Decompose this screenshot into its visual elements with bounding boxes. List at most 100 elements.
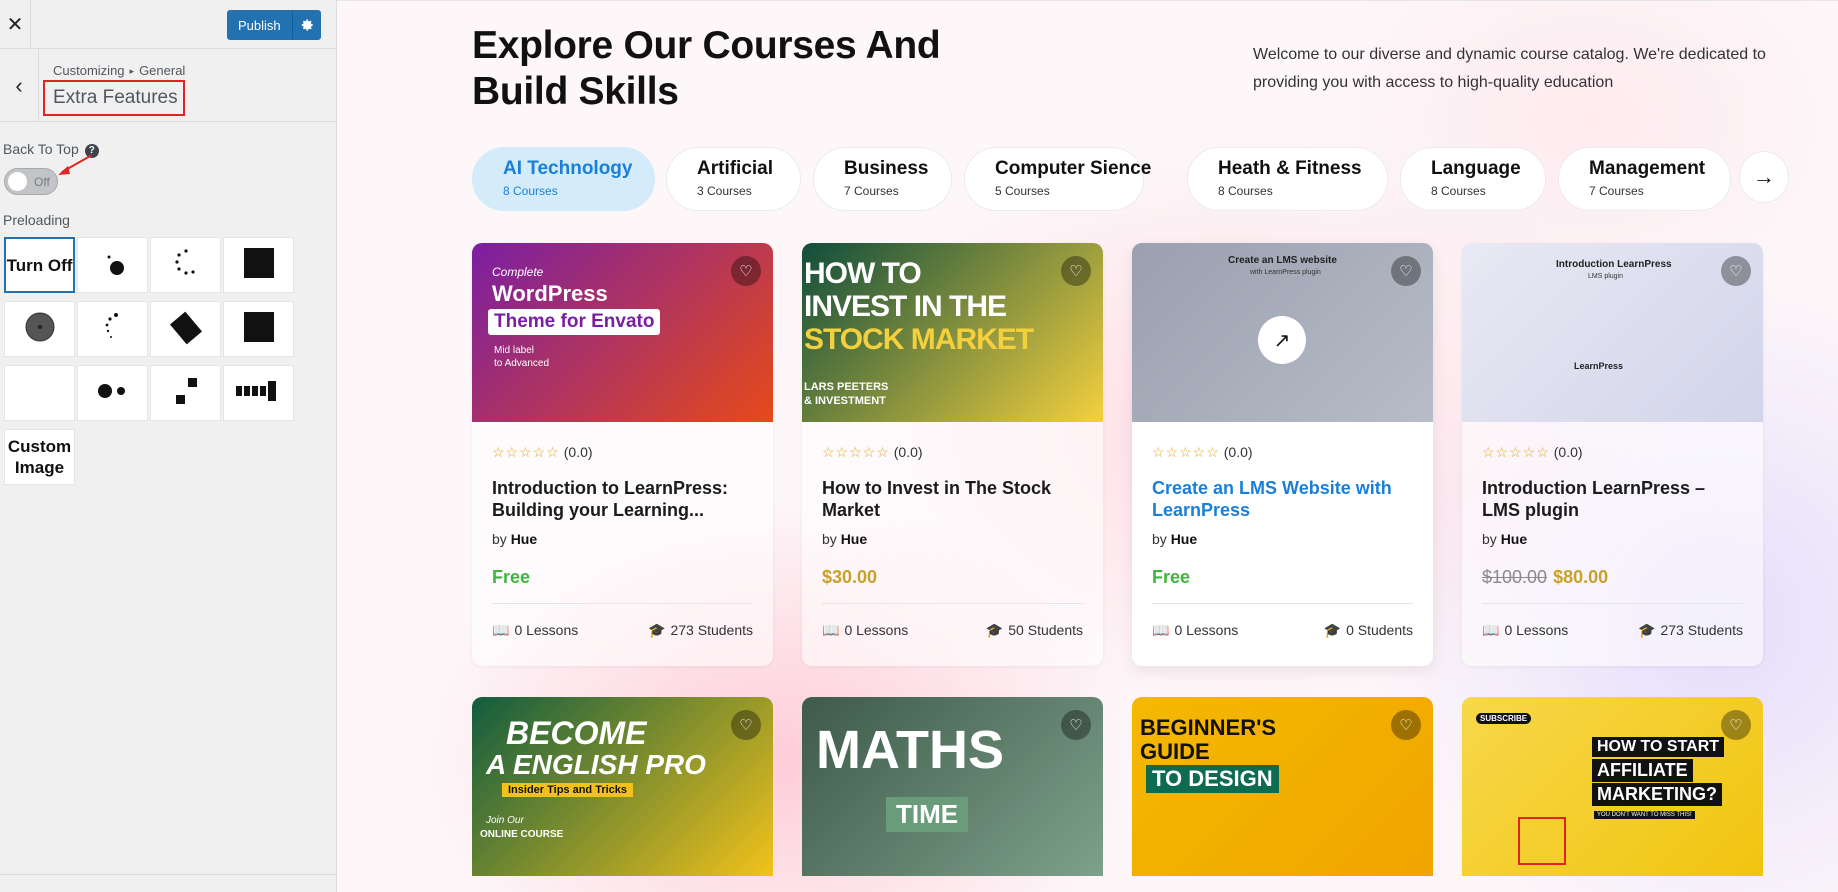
thumbnail-text: Join Our: [486, 815, 524, 826]
category-tab[interactable]: Heath & Fitness 8 Courses: [1187, 147, 1388, 211]
course-lessons: 📖 0 Lessons: [822, 622, 908, 639]
course-title[interactable]: Introduction to LearnPress: Building you…: [492, 477, 757, 521]
course-card[interactable]: BEGINNER'S GUIDE TO DESIGN ♡: [1132, 697, 1433, 877]
course-thumbnail[interactable]: Introduction LearnPress LMS plugin LearnPr…: [1462, 243, 1763, 422]
toggle-state-label: Off: [34, 175, 50, 189]
course-thumbnail[interactable]: BEGINNER'S GUIDE TO DESIGN ♡: [1132, 697, 1433, 876]
heart-icon[interactable]: ♡: [1061, 710, 1091, 740]
heart-icon[interactable]: ♡: [1721, 710, 1751, 740]
heart-icon[interactable]: ♡: [1061, 256, 1091, 286]
thumbnail-text: BEGINNER'S: [1140, 715, 1277, 740]
thumbnail-text: MARKETING?: [1592, 783, 1722, 806]
category-name: Management: [1589, 158, 1706, 179]
by-label: by: [1152, 531, 1167, 547]
star-icon: ☆☆☆☆☆: [492, 444, 560, 460]
students-count: 0 Students: [1346, 622, 1413, 638]
star-icon: ☆☆☆☆☆: [1482, 444, 1550, 460]
course-thumbnail[interactable]: BECOME A ENGLISH PRO Insider Tips and Tric…: [472, 697, 773, 876]
preloader-option[interactable]: [77, 365, 148, 421]
course-card[interactable]: BECOME A ENGLISH PRO Insider Tips and Tric…: [472, 697, 773, 877]
circle-icon: [24, 311, 56, 348]
next-arrow-button[interactable]: →: [1739, 151, 1789, 203]
preloader-option[interactable]: [77, 301, 148, 357]
site-preview: Explore Our Courses And Build Skills Wel…: [337, 0, 1838, 892]
close-icon[interactable]: ✕: [0, 0, 31, 49]
course-title[interactable]: How to Invest in The Stock Market: [822, 477, 1087, 521]
course-card[interactable]: SUBSCRIBE HOW TO START AFFILIATE MARKETING?…: [1462, 697, 1763, 877]
heart-icon[interactable]: ♡: [1721, 256, 1751, 286]
course-thumbnail[interactable]: Complete WordPress Theme for Envato Mid lab…: [472, 243, 773, 422]
page-intro: Welcome to our diverse and dynamic cours…: [1253, 46, 1766, 91]
back-to-top-toggle[interactable]: Off: [4, 168, 58, 195]
old-price: $100.00: [1482, 567, 1548, 587]
section-title: Extra Features: [43, 80, 185, 116]
thumbnail-text: Complete: [492, 265, 544, 279]
course-card[interactable]: HOW TO INVEST IN THE STOCK MARKET LARS PEET…: [802, 243, 1103, 666]
author-name[interactable]: Hue: [1171, 531, 1197, 547]
course-thumbnail[interactable]: SUBSCRIBE HOW TO START AFFILIATE MARKETING?…: [1462, 697, 1763, 876]
preloader-option-label: Custom Image: [7, 437, 72, 477]
section-header: ‹ Customizing ▸ General Extra Features: [0, 49, 336, 122]
preloader-option[interactable]: [4, 365, 75, 421]
author-name[interactable]: Hue: [1501, 531, 1527, 547]
course-students: 🎓 273 Students: [648, 622, 753, 639]
heart-icon[interactable]: ♡: [731, 256, 761, 286]
course-author: by Hue: [1482, 531, 1527, 547]
book-icon: 📖: [1482, 622, 1500, 638]
preloading-label: Preloading: [3, 212, 70, 228]
course-card[interactable]: Complete WordPress Theme for Envato Mid lab…: [472, 243, 773, 666]
course-title[interactable]: Introduction LearnPress – LMS plugin: [1482, 477, 1747, 521]
course-card[interactable]: MATHS TIME ♡: [802, 697, 1103, 877]
category-count: 8 Courses: [1431, 184, 1486, 198]
preloader-option[interactable]: [150, 237, 221, 293]
preloader-option[interactable]: [223, 237, 294, 293]
category-tab[interactable]: Language 8 Courses: [1400, 147, 1546, 211]
heart-icon[interactable]: ♡: [731, 710, 761, 740]
course-thumbnail[interactable]: HOW TO INVEST IN THE STOCK MARKET LARS PEET…: [802, 243, 1103, 422]
preloader-option[interactable]: [4, 301, 75, 357]
author-name[interactable]: Hue: [841, 531, 867, 547]
course-card[interactable]: Create an LMS website with LearnPress plu…: [1132, 243, 1433, 666]
preloader-option-turn-off[interactable]: Turn Off: [4, 237, 75, 293]
course-card[interactable]: Introduction LearnPress LMS plugin LearnPr…: [1462, 243, 1763, 666]
preloader-option[interactable]: [150, 301, 221, 357]
by-label: by: [1482, 531, 1497, 547]
card-divider: [822, 603, 1083, 604]
square-icon: [243, 311, 275, 348]
course-title[interactable]: Create an LMS Website with LearnPress: [1152, 477, 1417, 521]
thumbnail-text: GUIDE: [1140, 739, 1210, 764]
back-chevron-icon[interactable]: ‹: [0, 49, 39, 122]
category-tab[interactable]: Management 7 Courses: [1558, 147, 1731, 211]
publish-button[interactable]: Publish: [227, 10, 321, 40]
lessons-count: 0 Lessons: [844, 622, 909, 638]
heart-icon[interactable]: ♡: [1391, 710, 1421, 740]
preloader-option[interactable]: [77, 237, 148, 293]
thumbnail-text: LearnPress: [1574, 361, 1624, 371]
category-name: Business: [844, 158, 929, 179]
course-rating: ☆☆☆☆☆ (0.0): [1482, 444, 1583, 461]
thumbnail-text: TO DESIGN: [1146, 765, 1279, 793]
preloader-option[interactable]: [223, 365, 294, 421]
current-price: Free: [492, 567, 531, 587]
lessons-count: 0 Lessons: [1174, 622, 1239, 638]
category-tab[interactable]: Computer Sience 5 Courses: [964, 147, 1151, 211]
lessons-count: 0 Lessons: [1504, 622, 1569, 638]
course-thumbnail[interactable]: Create an LMS website with LearnPress plu…: [1132, 243, 1433, 422]
course-thumbnail[interactable]: MATHS TIME ♡: [802, 697, 1103, 876]
thumbnail-text: Create an LMS website: [1228, 255, 1337, 266]
preloader-option[interactable]: [223, 301, 294, 357]
author-name[interactable]: Hue: [511, 531, 537, 547]
heart-icon[interactable]: ♡: [1391, 256, 1421, 286]
category-count: 3 Courses: [697, 184, 752, 198]
category-tab[interactable]: Artificial 3 Courses: [666, 147, 801, 211]
preloader-option[interactable]: [150, 365, 221, 421]
open-arrow-icon[interactable]: ↗: [1258, 316, 1306, 364]
category-count: 7 Courses: [1589, 184, 1644, 198]
thumbnail-text: Insider Tips and Tricks: [502, 783, 634, 797]
preloader-option-custom-image[interactable]: Custom Image: [4, 429, 75, 485]
category-tab[interactable]: AI Technology 8 Courses: [472, 147, 655, 211]
rating-value: (0.0): [893, 444, 923, 460]
category-tab[interactable]: Business 7 Courses: [813, 147, 952, 211]
gear-icon[interactable]: [292, 11, 320, 39]
breadcrumb: Customizing ▸ General: [53, 63, 185, 78]
